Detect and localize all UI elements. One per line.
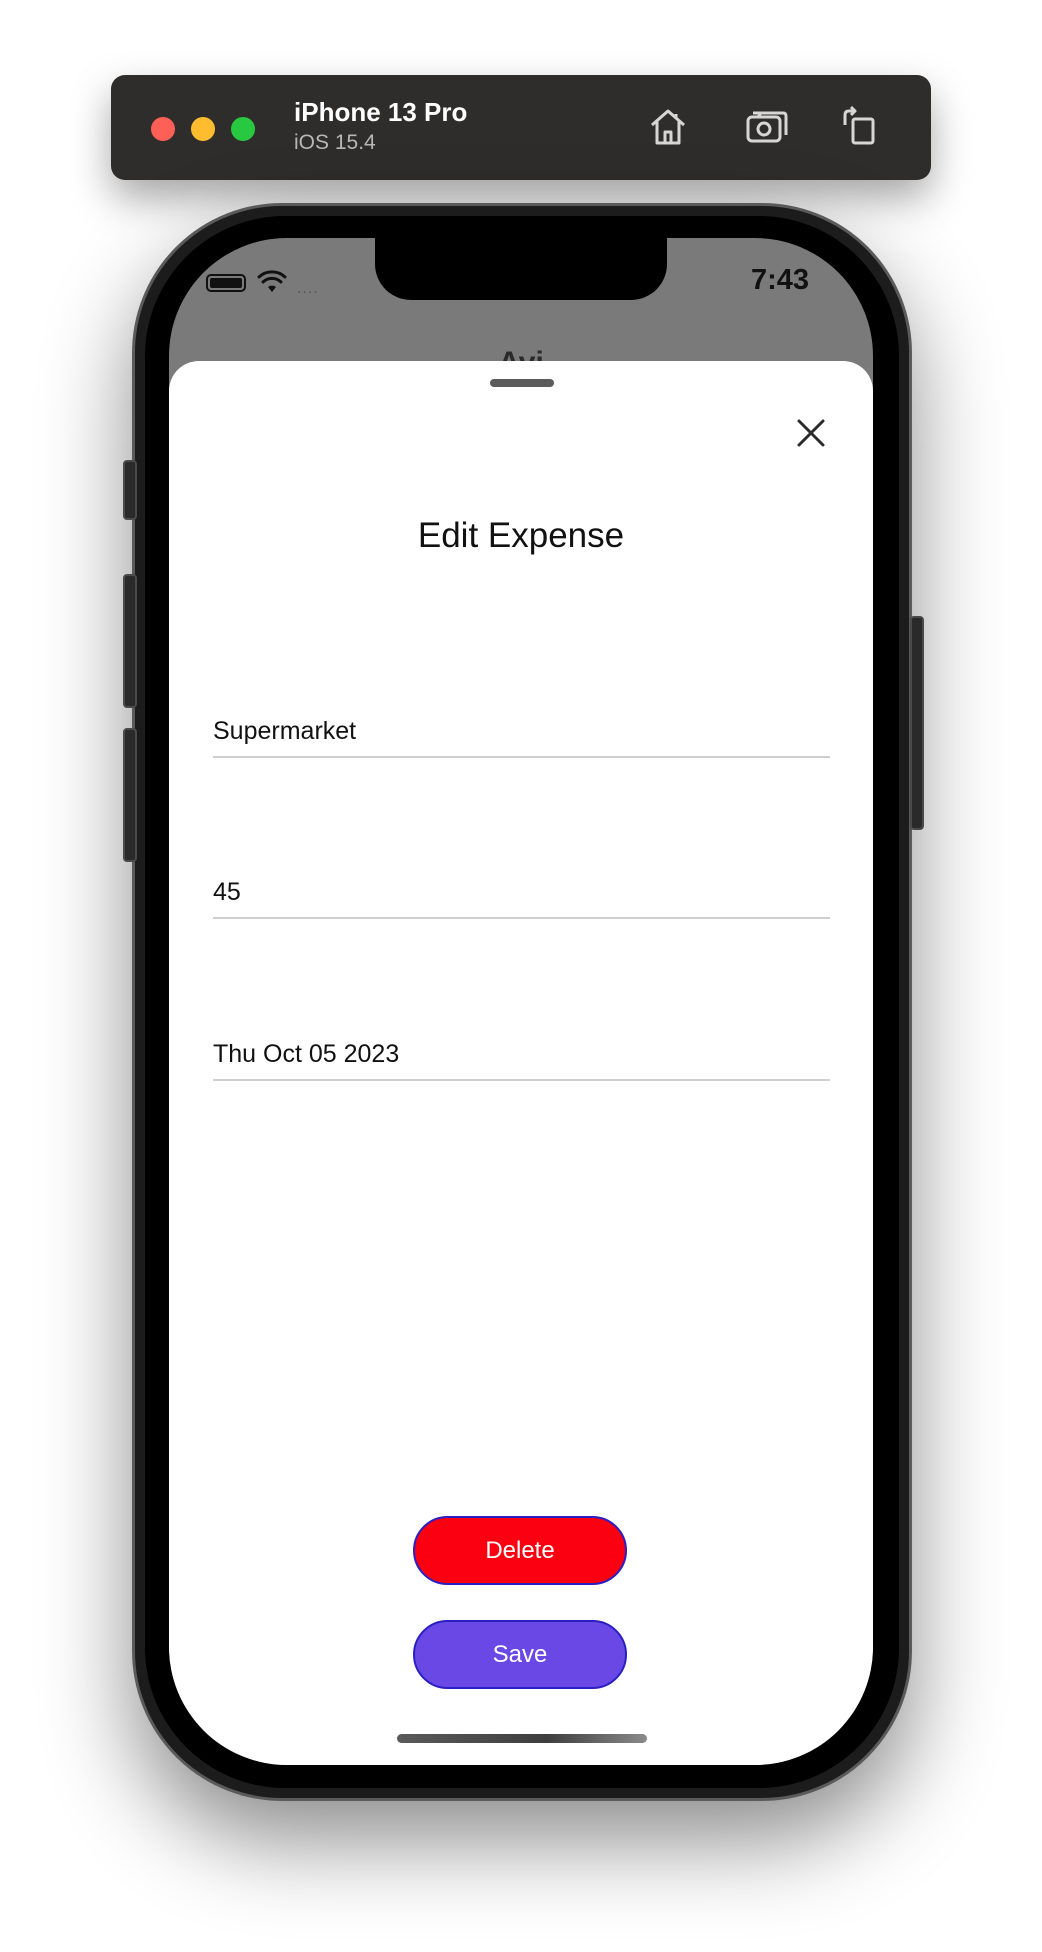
status-time: 7:43	[750, 264, 809, 296]
wifi-icon	[257, 270, 287, 294]
battery-icon	[206, 274, 246, 292]
expense-name-field	[213, 696, 830, 758]
mute-switch	[123, 460, 137, 520]
delete-button[interactable]: Delete	[413, 1516, 627, 1585]
notch	[375, 238, 667, 300]
volume-down-button	[123, 728, 137, 862]
close-icon[interactable]	[791, 413, 831, 453]
home-indicator[interactable]	[397, 1734, 647, 1743]
expense-date-input[interactable]	[213, 1040, 830, 1069]
home-icon[interactable]	[644, 103, 692, 151]
simulator-stage: iPhone 13 Pro iOS 15.4 .... 7:43 Edit Ex…	[0, 0, 1042, 1952]
power-button	[910, 616, 924, 830]
sheet-title: Edit Expense	[417, 516, 625, 555]
expense-amount-input[interactable]	[213, 878, 830, 907]
expense-date-field	[213, 1019, 830, 1081]
os-version: iOS 15.4	[294, 131, 376, 154]
signal-icon: ....	[297, 280, 319, 297]
phone-screen: .... 7:43 Avi Edit Expense	[169, 238, 873, 1765]
zoom-window-button[interactable]	[231, 117, 255, 141]
simulator-toolbar: iPhone 13 Pro iOS 15.4	[111, 75, 931, 180]
rotate-icon[interactable]	[835, 103, 883, 151]
expense-name-input[interactable]	[213, 717, 830, 746]
screenshot-icon[interactable]	[743, 103, 791, 151]
sheet-grabber[interactable]	[490, 379, 554, 387]
device-name: iPhone 13 Pro	[294, 97, 468, 127]
save-button[interactable]: Save	[413, 1620, 627, 1689]
volume-up-button	[123, 574, 137, 708]
expense-amount-field	[213, 857, 830, 919]
minimize-window-button[interactable]	[191, 117, 215, 141]
close-window-button[interactable]	[151, 117, 175, 141]
edit-expense-sheet: Edit Expense Delete Save	[169, 361, 873, 1765]
